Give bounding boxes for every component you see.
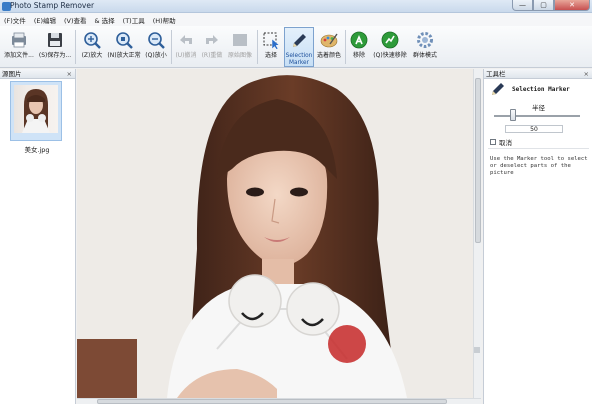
vertical-scrollbar[interactable] — [473, 69, 481, 398]
original-image-icon — [230, 30, 250, 50]
add-file-button[interactable]: 添加文件... — [2, 27, 36, 67]
remove-icon — [349, 30, 369, 50]
menu-file[interactable]: (F)文件 — [4, 15, 26, 25]
toolbar-separator — [257, 30, 258, 64]
menu-select[interactable]: & 选择 — [95, 15, 115, 25]
remove-button[interactable]: 移除 — [347, 27, 371, 67]
redo-label: (R)重做 — [201, 52, 223, 59]
undo-icon — [176, 30, 196, 50]
add-file-icon — [9, 30, 29, 50]
zoom-normal-label: (N)放大正常 — [107, 52, 141, 59]
undo-button[interactable]: (U)撤消 — [173, 27, 199, 67]
select-color-button[interactable]: 选着颜色 — [315, 27, 343, 67]
source-images-panel: 源图片 × 美女.jpg — [0, 69, 76, 404]
radius-slider-track[interactable] — [494, 115, 580, 117]
select-color-label: 选着颜色 — [316, 52, 341, 59]
zoom-in-button[interactable]: (Z)放大 — [78, 27, 106, 67]
zoom-normal-icon — [114, 30, 134, 50]
thumbnail-image — [14, 85, 58, 133]
zoom-out-icon — [146, 30, 166, 50]
zoom-normal-button[interactable]: (N)放大正常 — [106, 27, 142, 67]
toolbar-separator — [345, 30, 346, 64]
selection-marker-icon — [289, 31, 309, 51]
batch-mode-label: 群体模式 — [412, 52, 437, 59]
menu-help[interactable]: (H)帮助 — [153, 15, 176, 25]
panel-divider — [488, 148, 589, 149]
remove-label: 移除 — [352, 52, 365, 59]
save-as-button[interactable]: (S)保存为... — [37, 27, 73, 67]
minimize-button[interactable]: — — [512, 0, 533, 11]
color-palette-icon — [319, 30, 339, 50]
original-image-button[interactable]: 原始图像 — [225, 27, 255, 67]
batch-mode-button[interactable]: 群体模式 — [410, 27, 440, 67]
window-title: Photo Stamp Remover — [10, 1, 95, 10]
menu-edit[interactable]: (E)编辑 — [34, 15, 56, 25]
close-icon[interactable]: × — [584, 69, 589, 79]
zoom-in-label: (Z)放大 — [81, 52, 103, 59]
title-bar: Photo Stamp Remover — ▢ ✕ — [0, 0, 592, 13]
image-canvas[interactable] — [77, 69, 481, 404]
horizontal-scrollbar[interactable] — [77, 398, 481, 404]
marker-icon — [490, 81, 506, 97]
select-button[interactable]: 选择 — [259, 27, 283, 67]
select-label: 选择 — [264, 52, 277, 59]
undo-label: (U)撤消 — [175, 52, 197, 59]
tool-help-text: Use the Marker tool to select or deselec… — [490, 156, 588, 176]
tool-panel: 工具栏 × Selection Marker 半径 50 取消 Use the … — [483, 69, 592, 404]
close-icon[interactable]: × — [67, 69, 72, 79]
source-images-title: 源图片 — [2, 70, 22, 78]
photo-image[interactable] — [77, 69, 473, 398]
cancel-option[interactable]: 取消 — [490, 137, 512, 147]
selection-marker-button[interactable]: Selection Marker — [284, 27, 314, 67]
quick-remove-button[interactable]: (Q)快速移除 — [371, 27, 409, 67]
file-name: 美女.jpg — [24, 146, 50, 154]
maximize-button[interactable]: ▢ — [533, 0, 554, 11]
original-image-label: 原始图像 — [227, 52, 252, 59]
file-thumbnail[interactable]: 美女.jpg — [10, 81, 62, 154]
zoom-out-button[interactable]: (Q)放小 — [142, 27, 170, 67]
toolbar: 添加文件... (S)保存为... (Z)放大 (N)放大正常 (Q)放小 (U… — [0, 26, 592, 68]
window-controls: — ▢ ✕ — [512, 0, 590, 11]
zoom-in-icon — [82, 30, 102, 50]
redo-icon — [202, 30, 222, 50]
redo-button[interactable]: (R)重做 — [199, 27, 225, 67]
batch-mode-icon — [415, 30, 435, 50]
radius-label: 半径 — [532, 104, 545, 112]
select-icon — [261, 30, 281, 50]
cancel-label: 取消 — [499, 139, 512, 147]
add-file-label: 添加文件... — [4, 52, 34, 59]
toolbar-separator — [171, 30, 172, 64]
menu-view[interactable]: (V)查看 — [64, 15, 87, 25]
tool-panel-header: 工具栏 × — [484, 69, 592, 79]
tool-name: Selection Marker — [512, 86, 570, 93]
toolbar-separator — [75, 30, 76, 64]
scroll-grip-icon — [474, 347, 480, 353]
tool-panel-title: 工具栏 — [486, 70, 506, 78]
menu-bar: (F)文件 (E)编辑 (V)查看 & 选择 (T)工具 (H)帮助 — [0, 13, 592, 26]
radius-slider-thumb[interactable] — [510, 109, 516, 121]
selection-marker-label: Selection Marker — [285, 53, 313, 66]
save-as-label: (S)保存为... — [38, 52, 72, 59]
save-icon — [45, 30, 65, 50]
horizontal-scroll-thumb[interactable] — [97, 399, 447, 404]
vertical-scroll-thumb[interactable] — [475, 78, 481, 243]
quick-remove-label: (Q)快速移除 — [373, 52, 407, 59]
radius-value-field[interactable]: 50 — [505, 125, 563, 133]
source-images-header: 源图片 × — [0, 69, 75, 79]
zoom-out-label: (Q)放小 — [145, 52, 167, 59]
photo-content — [77, 69, 473, 398]
quick-remove-icon — [380, 30, 400, 50]
close-button[interactable]: ✕ — [554, 0, 590, 11]
cancel-checkbox[interactable] — [490, 139, 496, 145]
menu-tools[interactable]: (T)工具 — [123, 15, 145, 25]
